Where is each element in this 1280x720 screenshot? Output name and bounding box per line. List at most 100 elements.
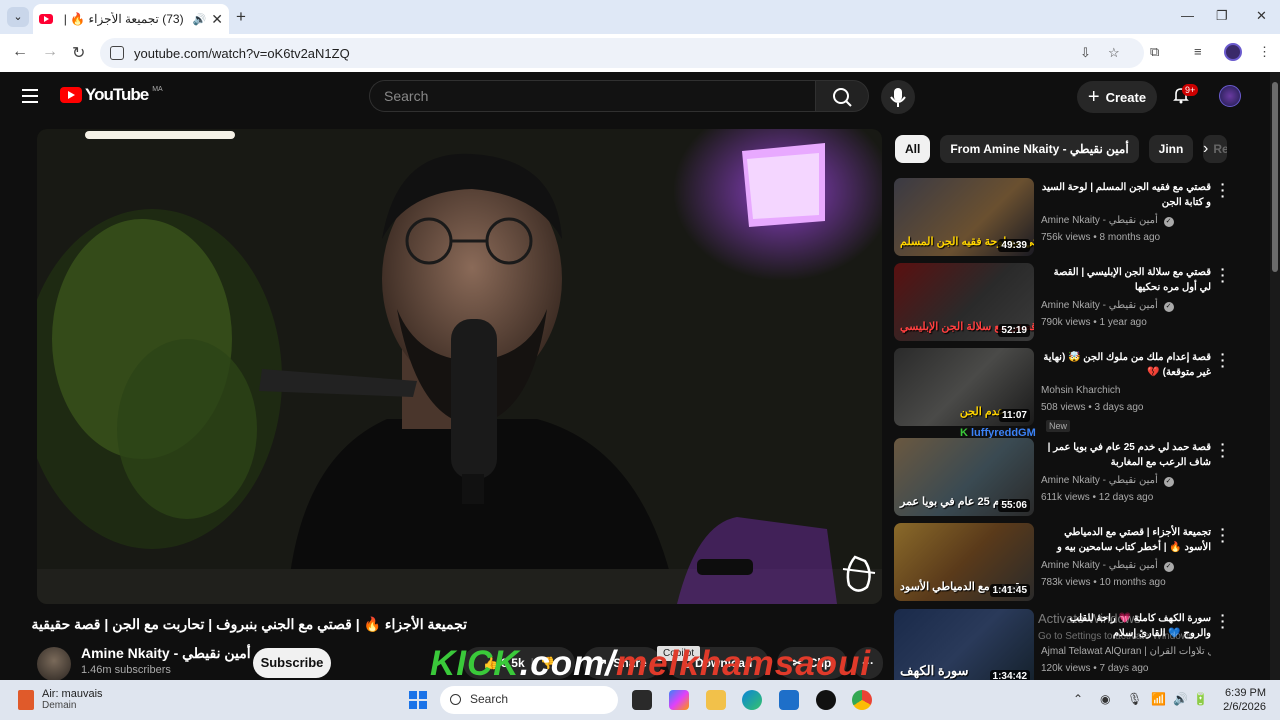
youtube-favicon-icon — [39, 14, 53, 24]
recommendation-title[interactable]: قصة حمد لي خدم 25 عام في بويا عمر | شاف … — [1041, 440, 1211, 470]
close-window-button[interactable]: ✕ — [1256, 8, 1267, 24]
youtube-logo[interactable]: YouTube MA — [60, 85, 163, 105]
more-options-icon[interactable]: · · · — [1216, 347, 1230, 373]
like-button[interactable]: 👍 8.5k — [483, 656, 525, 670]
task-view-icon[interactable] — [632, 690, 652, 710]
tray-mic-icon[interactable]: 🎙 — [1127, 692, 1142, 706]
recommendation-channel[interactable]: Amine Nkaity - أمين نقيطي — [1041, 475, 1158, 486]
battery-icon[interactable]: 🔋 — [1193, 692, 1208, 706]
chip-from-channel[interactable]: From Amine Nkaity - أمين نقيطي — [940, 135, 1139, 163]
like-divider: | — [530, 656, 535, 670]
channel-name[interactable]: Amine Nkaity - أمين نقيطي ✓ — [81, 645, 268, 662]
channel-avatar[interactable] — [37, 647, 71, 681]
recommendation-item[interactable]: عدم الجن 11:07 قصة إعدام ملك من ملوك الج… — [894, 347, 1266, 439]
share-label: Share — [613, 656, 647, 670]
recommendation-title[interactable]: قصة إعدام ملك من ملوك الجن 🤯 (نهاية غير … — [1041, 350, 1211, 380]
recommendation-item[interactable]: قصتي مع الدمياطي الأسود 1:41:45 تجميعة ا… — [894, 522, 1266, 601]
duration-badge: 52:19 — [998, 324, 1030, 337]
create-button[interactable]: + Create — [1077, 81, 1157, 113]
subscribe-button[interactable]: Subscribe — [253, 648, 331, 678]
speaker-icon[interactable]: 🔊 — [193, 13, 207, 26]
scrollbar-thumb[interactable] — [1272, 82, 1278, 272]
recommendation-title[interactable]: تجميعة الأجزاء | قصتي مع الدمياطي الأسود… — [1041, 525, 1211, 555]
profile-avatar[interactable] — [1224, 43, 1242, 61]
address-bar[interactable]: youtube.com/watch?v=oK6tv2aN1ZQ ⇩ ☆ — [100, 38, 1144, 68]
video-thumbnail[interactable]: قصتي مع لوحة فقيه الجن المسلم 49:39 — [894, 178, 1034, 256]
search-button[interactable] — [815, 80, 869, 112]
microphone-icon — [890, 88, 906, 107]
account-avatar[interactable] — [1219, 85, 1241, 107]
video-thumbnail[interactable]: سورة الكهف 1:34:42 — [894, 609, 1034, 687]
video-thumbnail[interactable]: قصتي مع الدمياطي الأسود 1:41:45 — [894, 523, 1034, 601]
recommendation-title[interactable]: قصتي مع فقيه الجن المسلم | لوحة السيد و … — [1041, 180, 1211, 210]
windows-start-icon[interactable] — [409, 691, 427, 709]
forward-button[interactable]: → — [42, 43, 58, 61]
media-control-icon[interactable]: ≡ — [1194, 44, 1202, 59]
clip-button[interactable]: ✂ Clip — [777, 647, 847, 679]
more-options-icon[interactable]: · · · — [1216, 262, 1230, 288]
weather-widget[interactable]: Air: mauvais Demain — [18, 688, 103, 711]
recommendation-title[interactable]: قصتي مع سلالة الجن الإبليسي | القصة لي أ… — [1041, 265, 1211, 295]
system-clock[interactable]: 6:39 PM 2/6/2026 — [1212, 686, 1266, 714]
recommendation-channel[interactable]: Amine Nkaity - أمين نقيطي — [1041, 215, 1158, 226]
recommendation-channel[interactable]: Mohsin Kharchich — [1041, 385, 1120, 396]
url-text[interactable]: youtube.com/watch?v=oK6tv2aN1ZQ — [134, 46, 350, 61]
new-tab-button[interactable]: + — [236, 7, 246, 27]
recommendation-channel[interactable]: Amine Nkaity - أمين نقيطي — [1041, 300, 1158, 311]
file-explorer-icon[interactable] — [706, 690, 726, 710]
more-options-icon[interactable]: · · · — [1216, 437, 1230, 463]
tab-close-icon[interactable]: ✕ — [211, 11, 223, 28]
maximize-button[interactable]: ❐ — [1216, 8, 1228, 24]
volume-icon[interactable]: 🔊 — [1173, 692, 1188, 706]
more-options-icon[interactable]: · · · — [1216, 608, 1230, 634]
recommendation-channel[interactable]: Amine Nkaity - أمين نقيطي — [1041, 560, 1158, 571]
extensions-icon[interactable]: ⧉ — [1150, 44, 1159, 60]
recommendation-channel[interactable]: Ajmal Telawat AlQuran | أجمل تلاوات القر… — [1041, 646, 1211, 657]
edge-browser-icon[interactable] — [742, 690, 762, 710]
tab-search-button[interactable]: ⌄ — [7, 7, 29, 27]
taskbar-search-input[interactable]: Search — [440, 686, 618, 714]
voice-search-button[interactable] — [881, 80, 915, 114]
share-button[interactable]: ↗ Share — [583, 647, 661, 679]
reload-button[interactable]: ↻ — [72, 43, 85, 63]
youtube-page: YouTube MA Search + Create 9+ تجميعة الأ… — [0, 72, 1270, 687]
video-player[interactable] — [37, 129, 882, 604]
chip-jinn[interactable]: Jinn — [1148, 135, 1194, 163]
search-input[interactable]: Search — [369, 80, 815, 112]
video-frame — [37, 129, 882, 604]
tray-overflow-icon[interactable]: ⌃ — [1073, 692, 1083, 706]
bookmark-star-icon[interactable]: ☆ — [1108, 45, 1120, 61]
recommendation-item[interactable]: خدم 25 عام في بويا عمر 55:06 قصة حمد لي … — [894, 437, 1266, 516]
wifi-icon[interactable]: 📶 — [1151, 692, 1166, 706]
back-button[interactable]: ← — [12, 43, 28, 61]
video-thumbnail[interactable]: عدم الجن 11:07 — [894, 348, 1034, 426]
page-scrollbar[interactable] — [1270, 72, 1280, 680]
channel-name-text: Amine Nkaity - أمين نقيطي — [81, 645, 251, 661]
search-icon — [450, 694, 461, 705]
chevron-right-icon[interactable]: › — [1203, 140, 1208, 158]
more-options-icon[interactable]: · · · — [1216, 177, 1230, 203]
chip-all[interactable]: All — [895, 135, 931, 163]
duration-badge: 1:41:45 — [989, 584, 1030, 597]
site-info-icon[interactable] — [110, 46, 124, 60]
menu-icon[interactable] — [22, 89, 38, 107]
install-app-icon[interactable]: ⇩ — [1080, 45, 1091, 61]
recommendation-item[interactable]: قصتي مع سلالة الجن الإبليسي 52:19 قصتي م… — [894, 262, 1266, 341]
chrome-icon[interactable] — [852, 690, 872, 710]
more-options-icon[interactable]: · · · — [1216, 522, 1230, 548]
copilot-icon[interactable] — [669, 690, 689, 710]
more-actions-button[interactable]: ··· — [853, 647, 883, 679]
video-thumbnail[interactable]: خدم 25 عام في بويا عمر 55:06 — [894, 438, 1034, 516]
tab-youtube[interactable]: (73) تجميعة الأجزاء 🔥 | قصتي 🔊 ✕ — [33, 4, 229, 34]
tray-app-icon[interactable]: ◉ — [1100, 692, 1110, 706]
obs-icon[interactable] — [816, 690, 836, 710]
recommendation-item[interactable]: قصتي مع لوحة فقيه الجن المسلم 49:39 قصتي… — [894, 177, 1266, 256]
browser-menu-icon[interactable]: ⋮ — [1258, 44, 1271, 60]
store-icon[interactable] — [779, 690, 799, 710]
video-thumbnail[interactable]: قصتي مع سلالة الجن الإبليسي 52:19 — [894, 263, 1034, 341]
minimize-button[interactable]: — — [1181, 8, 1194, 23]
duration-badge: 55:06 — [998, 499, 1030, 512]
scissors-icon: ✂ — [792, 656, 803, 670]
verified-check-icon: ✓ — [1163, 477, 1174, 487]
dislike-icon[interactable]: 👎 — [540, 656, 555, 670]
